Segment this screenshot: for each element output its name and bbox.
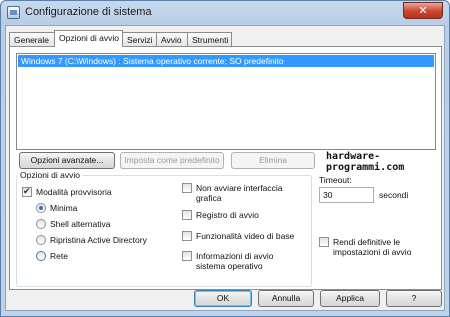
os-boot-info-check-icon[interactable]: [182, 251, 192, 261]
dialog-button-bar: OK Annulla Applica ?: [6, 290, 444, 310]
boot-log-checkbox[interactable]: Registro di avvio: [182, 210, 307, 220]
dialog-client-area: Generale Opzioni di avvio Servizi Avvio …: [5, 25, 445, 311]
radio-rete[interactable]: Rete: [36, 251, 68, 261]
help-button[interactable]: ?: [386, 290, 442, 307]
os-boot-info-label: Informazioni di avvio sistema operativo: [196, 251, 274, 271]
tab-servizi[interactable]: Servizi: [122, 32, 157, 46]
radio-rete-icon[interactable]: [36, 251, 46, 261]
make-permanent-checkbox[interactable]: Rendi definitive le impostazioni di avvi…: [319, 237, 434, 257]
os-boot-info-checkbox[interactable]: Informazioni di avvio sistema operativo: [182, 251, 302, 271]
timeout-unit-label: secondi: [379, 190, 409, 200]
window-title: Configurazione di sistema: [25, 6, 152, 18]
tab-generale[interactable]: Generale: [9, 32, 55, 46]
base-video-label: Funzionalità video di base: [196, 231, 295, 241]
tab-opzioni-di-avvio[interactable]: Opzioni di avvio: [54, 30, 123, 47]
watermark-text: hardware-programmi.com: [326, 151, 405, 173]
timeout-input[interactable]: 30: [319, 187, 374, 203]
tab-strumenti[interactable]: Strumenti: [187, 32, 232, 46]
boot-log-check-icon[interactable]: [182, 210, 192, 220]
advanced-options-button[interactable]: Opzioni avanzate...: [19, 152, 115, 169]
boot-tab-panel: Windows 7 (C:\Windows) : Sistema operati…: [9, 46, 442, 290]
no-gui-boot-check-icon[interactable]: [182, 183, 192, 193]
system-configuration-window: Configurazione di sistema ✕ Generale Opz…: [0, 0, 450, 317]
make-permanent-check-icon[interactable]: [319, 237, 329, 247]
tab-avvio[interactable]: Avvio: [156, 32, 188, 46]
radio-shell-icon[interactable]: [36, 219, 46, 229]
radio-minima-icon[interactable]: [36, 203, 46, 213]
radio-rete-label: Rete: [50, 251, 68, 261]
ok-button[interactable]: OK: [194, 290, 252, 307]
msconfig-icon: [7, 6, 20, 19]
os-list-item-selected[interactable]: Windows 7 (C:\Windows) : Sistema operati…: [18, 55, 434, 67]
radio-shell-alternativa[interactable]: Shell alternativa: [36, 219, 110, 229]
set-default-button[interactable]: Imposta come predefinito: [120, 152, 224, 169]
safe-boot-checkbox[interactable]: Modalità provvisoria: [22, 186, 112, 197]
radio-minima-label: Minima: [50, 203, 78, 213]
radio-minima[interactable]: Minima: [36, 203, 77, 213]
no-gui-boot-label: Non avviare interfaccia grafica: [196, 183, 283, 203]
radio-ripristina-ad[interactable]: Ripristina Active Directory: [36, 235, 147, 245]
base-video-check-icon[interactable]: [182, 231, 192, 241]
title-bar[interactable]: Configurazione di sistema ✕: [1, 1, 449, 25]
make-permanent-label: Rendi definitive le impostazioni di avvi…: [333, 237, 412, 257]
base-video-checkbox[interactable]: Funzionalità video di base: [182, 231, 307, 241]
delete-button[interactable]: Elimina: [231, 152, 315, 169]
boot-options-title: Opzioni di avvio: [18, 170, 83, 180]
close-button[interactable]: ✕: [403, 2, 443, 19]
safe-boot-label: Modalità provvisoria: [36, 187, 112, 197]
radio-shell-label: Shell alternativa: [50, 219, 111, 229]
radio-ad-label: Ripristina Active Directory: [50, 235, 147, 245]
cancel-button[interactable]: Annulla: [258, 290, 314, 307]
no-gui-boot-checkbox[interactable]: Non avviare interfaccia grafica: [182, 183, 307, 203]
operating-system-list[interactable]: Windows 7 (C:\Windows) : Sistema operati…: [16, 53, 436, 150]
safe-boot-check-icon[interactable]: [22, 186, 32, 197]
boot-log-label: Registro di avvio: [196, 210, 259, 220]
apply-button[interactable]: Applica: [320, 290, 380, 307]
radio-ad-icon[interactable]: [36, 235, 46, 245]
timeout-label: Timeout:: [319, 175, 352, 185]
